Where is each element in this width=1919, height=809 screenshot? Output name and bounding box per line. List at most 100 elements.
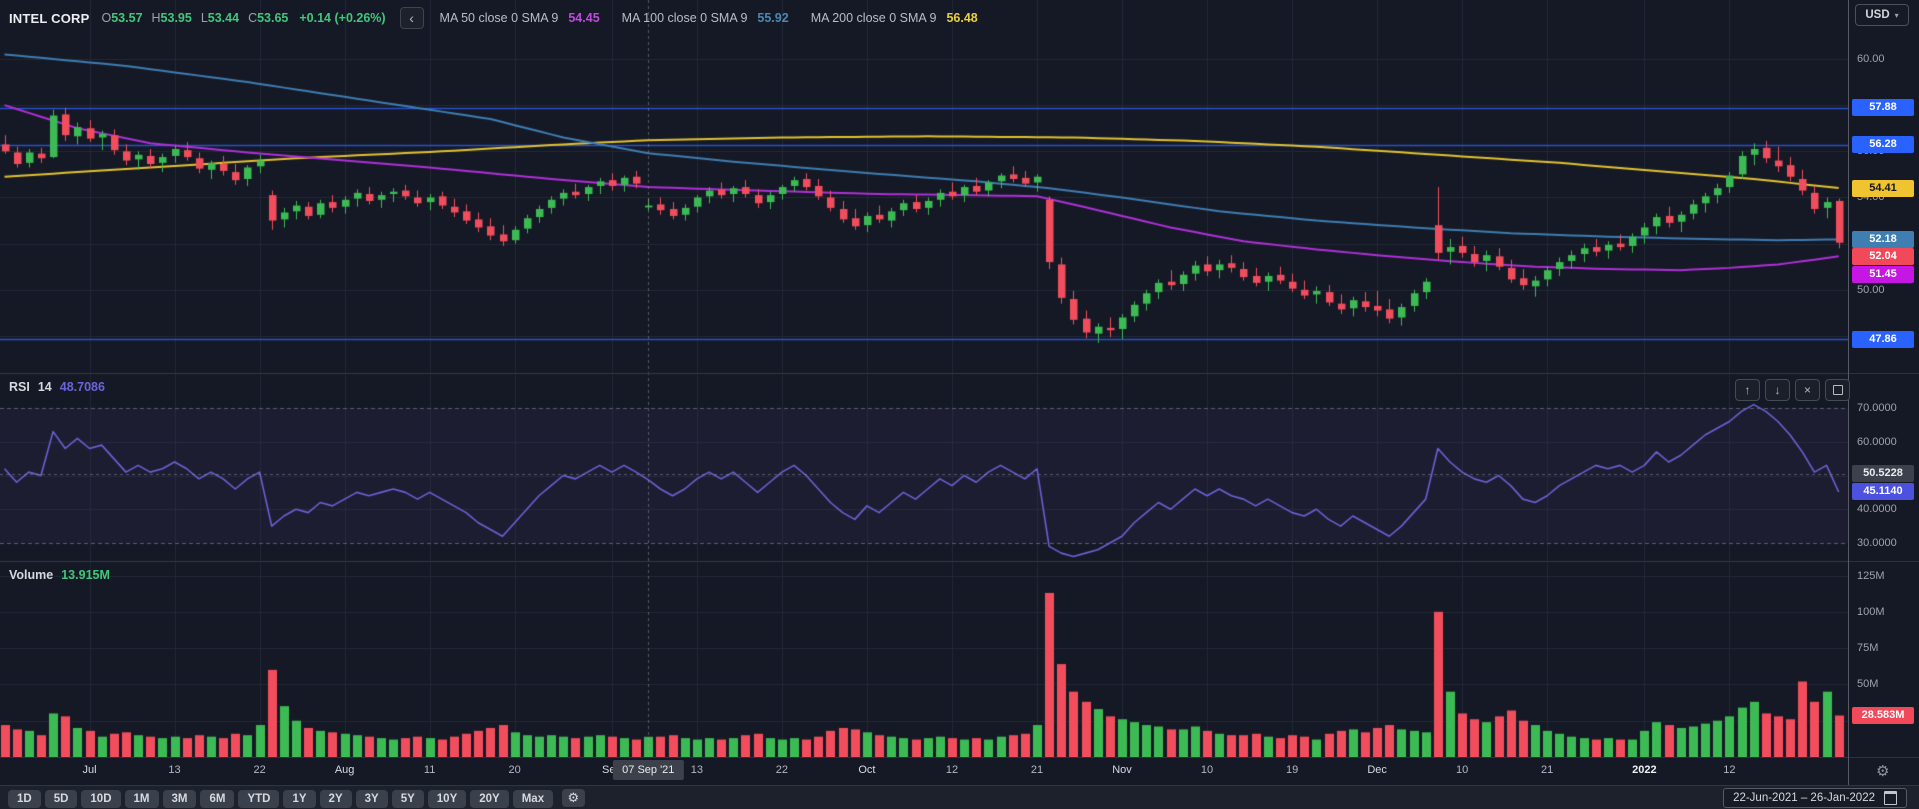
- ohlc-low: L53.44: [201, 11, 239, 25]
- time-tick-10: 10: [1201, 764, 1213, 776]
- indicator-legend-item-0: MA 50 close 0 SMA 9 54.45: [440, 11, 600, 25]
- move-pane-down-button[interactable]: ↓: [1765, 379, 1790, 401]
- trading-terminal: INTEL CORP O53.57 H53.95 L53.44 C53.65 +…: [0, 0, 1919, 809]
- time-tick-Aug: Aug: [335, 764, 355, 776]
- time-tick-Oct: Oct: [858, 764, 875, 776]
- axis-label: 30.0000: [1857, 537, 1897, 549]
- chevron-down-icon: ▾: [1895, 11, 1899, 20]
- range-button-10y[interactable]: 10Y: [428, 790, 466, 808]
- axis-label: 75M: [1857, 642, 1878, 654]
- price-badge-57.88: 57.88: [1852, 99, 1914, 116]
- symbol-name: INTEL CORP: [9, 11, 90, 26]
- time-tick-21: 21: [1031, 764, 1043, 776]
- axis-label: 40.0000: [1857, 503, 1897, 515]
- ohlc-high: H53.95: [152, 11, 192, 25]
- time-tick-Dec: Dec: [1367, 764, 1387, 776]
- time-tick-11: 11: [424, 764, 435, 776]
- time-tick-22: 22: [776, 764, 788, 776]
- rsi-panel-buttons: ↑ ↓ ×: [1735, 379, 1850, 401]
- range-button-10d[interactable]: 10D: [81, 790, 120, 808]
- time-tick-20: 20: [509, 764, 521, 776]
- pane-separator-rsi[interactable]: [0, 373, 1919, 374]
- range-button-max[interactable]: Max: [513, 790, 553, 808]
- price-badge-54.41: 54.41: [1852, 180, 1914, 197]
- chart-canvas[interactable]: [0, 0, 1848, 757]
- price-scale[interactable]: USD ▾ 60.0058.0056.0054.0052.0050.0048.0…: [1849, 0, 1919, 785]
- legend-collapse-button[interactable]: ‹: [400, 7, 424, 29]
- volume-title: Volume: [9, 568, 53, 582]
- indicator-name: MA 50 close 0 SMA 9: [440, 11, 559, 25]
- time-tick-19: 19: [1286, 764, 1298, 776]
- price-badge-52.04: 52.04: [1852, 248, 1914, 265]
- move-pane-up-button[interactable]: ↑: [1735, 379, 1760, 401]
- bottom-toolbar: 1D5D10D 1M3M6MYTD1Y 2Y3Y5Y10Y20Y Max ⚙ 22-J…: [0, 786, 1919, 809]
- rsi-value: 48.7086: [60, 380, 105, 394]
- time-tick-12: 12: [946, 764, 958, 776]
- indicator-legend-item-1: MA 100 close 0 SMA 9 55.92: [622, 11, 789, 25]
- time-tick-22: 22: [253, 764, 265, 776]
- rsi-badge-50.5228: 50.5228: [1852, 465, 1914, 482]
- range-button-1m[interactable]: 1M: [125, 790, 159, 808]
- range-button-2y[interactable]: 2Y: [320, 790, 352, 808]
- rsi-panel-header: RSI 14 48.7086: [9, 380, 105, 394]
- price-badge-51.45: 51.45: [1852, 266, 1914, 283]
- rsi-period: 14: [38, 380, 52, 394]
- time-tick-Nov: Nov: [1112, 764, 1132, 776]
- volume-value: 13.915M: [61, 568, 110, 582]
- range-button-20y[interactable]: 20Y: [470, 790, 508, 808]
- crosshair-date-tooltip: 07 Sep '21: [613, 760, 683, 780]
- volume-badge: 28.583M: [1852, 707, 1914, 724]
- currency-selector[interactable]: USD ▾: [1855, 4, 1909, 26]
- currency-label: USD: [1865, 9, 1889, 21]
- maximize-icon: [1833, 385, 1843, 395]
- chart-settings-gear-icon[interactable]: ⚙: [562, 789, 586, 807]
- range-button-5y[interactable]: 5Y: [392, 790, 424, 808]
- scale-settings-gear-icon[interactable]: ⚙: [1876, 762, 1889, 780]
- indicator-name: MA 200 close 0 SMA 9: [811, 11, 937, 25]
- price-badge-47.86: 47.86: [1852, 331, 1914, 348]
- rsi-badge-45.1140: 45.1140: [1852, 483, 1914, 500]
- ohlc-open: O53.57: [102, 11, 143, 25]
- time-tick-Jul: Jul: [82, 764, 96, 776]
- axis-label: 60.0000: [1857, 436, 1897, 448]
- calendar-icon: [1884, 791, 1897, 805]
- range-button-6m[interactable]: 6M: [200, 790, 234, 808]
- indicator-name: MA 100 close 0 SMA 9: [622, 11, 748, 25]
- time-tick-13: 13: [691, 764, 703, 776]
- date-range-picker[interactable]: 22-Jun-2021 – 26-Jan-2022: [1723, 788, 1907, 808]
- pane-separator-volume[interactable]: [0, 561, 1919, 562]
- time-scale[interactable]: Jul1322Aug1120Sep1322Oct1221Nov1019Dec10…: [0, 757, 1848, 785]
- indicator-value: 55.92: [757, 11, 788, 25]
- range-button-ytd[interactable]: YTD: [238, 790, 279, 808]
- rsi-title: RSI: [9, 380, 30, 394]
- time-tick-13: 13: [168, 764, 180, 776]
- time-tick-2022: 2022: [1632, 764, 1656, 776]
- range-button-3m[interactable]: 3M: [163, 790, 197, 808]
- axis-label: 50.00: [1857, 284, 1885, 296]
- indicator-value: 54.45: [568, 11, 599, 25]
- price-badge-52.18: 52.18: [1852, 231, 1914, 248]
- chart-legend: INTEL CORP O53.57 H53.95 L53.44 C53.65 +…: [9, 7, 1000, 29]
- time-tick-21: 21: [1541, 764, 1553, 776]
- range-buttons: 1D5D10D 1M3M6MYTD1Y 2Y3Y5Y10Y20Y Max: [0, 789, 553, 806]
- date-range-label: 22-Jun-2021 – 26-Jan-2022: [1733, 792, 1875, 804]
- volume-panel-header: Volume 13.915M: [9, 568, 110, 582]
- indicator-legend: MA 50 close 0 SMA 9 54.45 MA 100 close 0 S…: [440, 11, 1000, 25]
- close-pane-button[interactable]: ×: [1795, 379, 1820, 401]
- time-tick-10: 10: [1456, 764, 1468, 776]
- indicator-value: 56.48: [946, 11, 977, 25]
- range-button-1y[interactable]: 1Y: [283, 790, 315, 808]
- range-button-1d[interactable]: 1D: [8, 790, 41, 808]
- axis-label: 60.00: [1857, 53, 1885, 65]
- indicator-legend-item-2: MA 200 close 0 SMA 9 56.48: [811, 11, 978, 25]
- maximize-pane-button[interactable]: [1825, 379, 1850, 401]
- axis-label: 70.0000: [1857, 402, 1897, 414]
- axis-label: 50M: [1857, 678, 1878, 690]
- ohlc-close: C53.65: [248, 11, 288, 25]
- price-badge-56.28: 56.28: [1852, 136, 1914, 153]
- axis-label: 125M: [1857, 570, 1885, 582]
- axis-label: 100M: [1857, 606, 1885, 618]
- range-button-3y[interactable]: 3Y: [356, 790, 388, 808]
- time-tick-12: 12: [1723, 764, 1735, 776]
- range-button-5d[interactable]: 5D: [45, 790, 78, 808]
